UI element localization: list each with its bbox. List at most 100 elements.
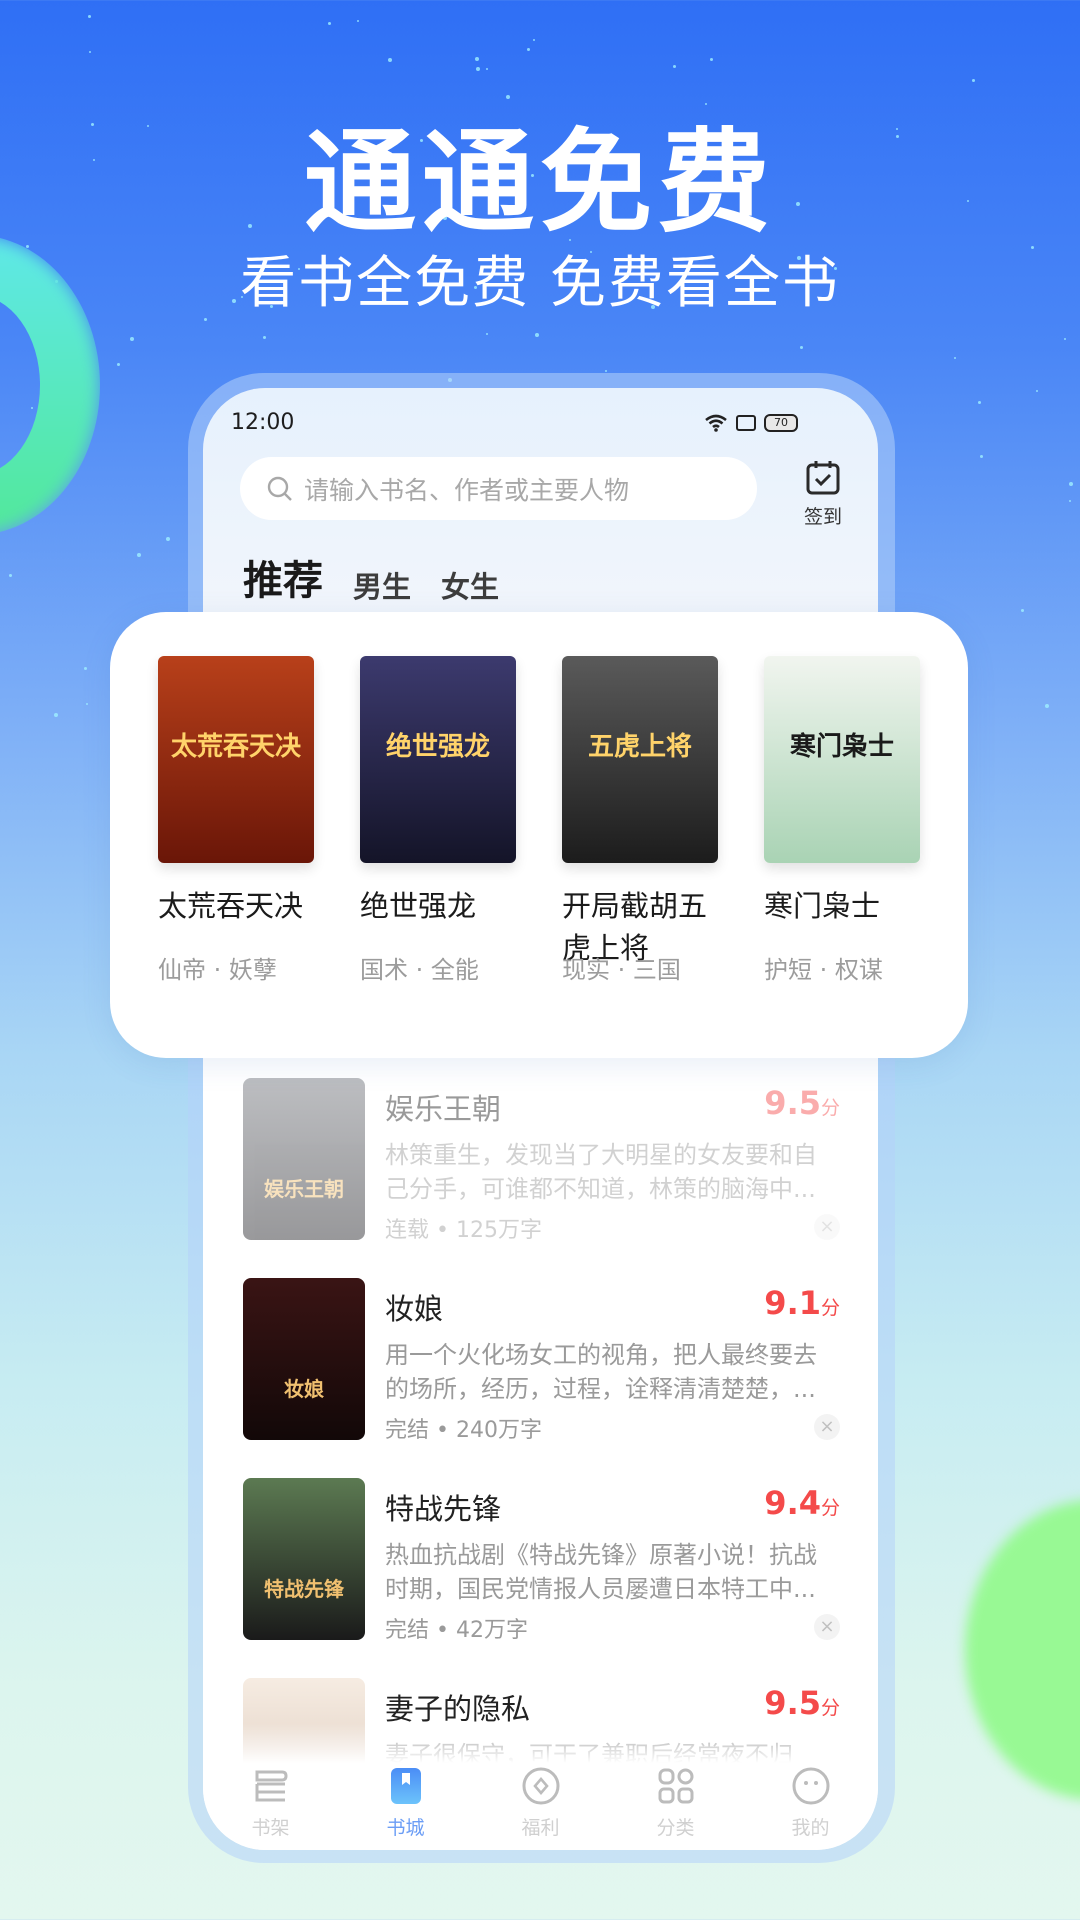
featured-book[interactable]: 五虎上将 开局截胡五虎上将: [562, 656, 718, 969]
star-dot: [263, 336, 266, 339]
star-dot: [86, 703, 88, 705]
dismiss-button[interactable]: ×: [814, 1614, 840, 1640]
book-score: 9.4分: [764, 1484, 840, 1522]
nav-category[interactable]: 分类: [608, 1763, 743, 1850]
book-title: 妻子的隐私: [385, 1692, 531, 1726]
score-unit: 分: [820, 1297, 840, 1319]
tab-male[interactable]: 男生: [353, 564, 411, 606]
promo-subheadline: 看书全免费 免费看全书: [240, 251, 840, 316]
meta-separator: •: [429, 1618, 456, 1643]
book-meta: 完结 • 42万字: [385, 1612, 528, 1644]
book-list-item[interactable]: 特战先锋 特战先锋 9.4分 热血抗战剧《特战先锋》原著小说！抗战时期，国民党情报人员…: [203, 1478, 878, 1648]
book-list-item[interactable]: 妆娘 妆娘 9.1分 用一个火化场女工的视角，把人最终要去的场所，经历，过程，诠释清清…: [203, 1278, 878, 1448]
search-placeholder: 请输入书名、作者或主要人物: [304, 475, 630, 505]
book-score: 9.5分: [764, 1084, 840, 1122]
book-cover[interactable]: 特战先锋: [243, 1478, 365, 1640]
book-status: 完结: [385, 1618, 430, 1643]
book-cover[interactable]: 绝世强龙: [360, 656, 516, 863]
book-description: 热血抗战剧《特战先锋》原著小说！抗战时期，国民党情报人员屡遭日本特工中...: [385, 1541, 817, 1603]
star-dot: [800, 346, 803, 349]
tab-recommend[interactable]: 推荐: [243, 548, 323, 620]
nav-label: 福利: [521, 1817, 560, 1839]
book-cover[interactable]: 寒门枭士: [764, 656, 920, 863]
score-value: 9.1: [764, 1284, 821, 1322]
nav-profile[interactable]: 我的: [743, 1763, 878, 1850]
book-list-item[interactable]: 娱乐王朝 娱乐王朝 9.5分 林策重生，发现当了大明星的女友要和自己分手，可谁都不知道…: [203, 1078, 878, 1248]
star-dot: [1045, 704, 1049, 708]
search-input[interactable]: 请输入书名、作者或主要人物: [240, 457, 757, 520]
nav-label: 分类: [656, 1817, 695, 1839]
list-fade: [203, 1723, 878, 1763]
star-dot: [978, 401, 981, 404]
star-dot: [475, 57, 479, 61]
book-title: 特战先锋: [385, 1492, 502, 1526]
bottom-nav: 书架 书城 福利 分类 我的: [203, 1763, 878, 1850]
coin-icon: [522, 1767, 559, 1805]
dismiss-button[interactable]: ×: [814, 1214, 840, 1240]
nav-label: 书城: [386, 1817, 425, 1839]
book-description: 用一个火化场女工的视角，把人最终要去的场所，经历，过程，诠释清清楚楚，...: [385, 1341, 817, 1403]
book-word-count: 125万字: [455, 1218, 542, 1243]
star-dot: [1064, 338, 1066, 340]
nav-label: 书架: [251, 1817, 290, 1839]
meta-separator: •: [429, 1418, 456, 1443]
book-cover[interactable]: 娱乐王朝: [243, 1078, 365, 1240]
book-word-count: 240万字: [455, 1418, 542, 1443]
star-dot: [1036, 390, 1038, 392]
featured-book[interactable]: 寒门枭士 寒门枭士: [764, 656, 920, 927]
star-dot: [88, 15, 91, 18]
star-dot: [476, 67, 480, 71]
star-dot: [1069, 482, 1073, 486]
score-value: 9.5: [764, 1684, 821, 1722]
dismiss-button[interactable]: ×: [814, 1414, 840, 1440]
star-dot: [1069, 500, 1071, 502]
star-dot: [533, 39, 535, 41]
cover-title-art: 太荒吞天决: [170, 732, 301, 762]
star-dot: [137, 553, 141, 557]
cover-title-art: 娱乐王朝: [264, 1177, 344, 1201]
calendar-check-icon: [806, 461, 840, 495]
score-unit: 分: [820, 1497, 840, 1519]
book-cover[interactable]: 妆娘: [243, 1278, 365, 1440]
featured-book[interactable]: 绝世强龙 绝世强龙: [360, 656, 516, 927]
nav-bookshelf[interactable]: 书架: [203, 1763, 338, 1850]
book-meta: 连载 • 125万字: [385, 1212, 542, 1244]
star-dot: [166, 537, 170, 541]
featured-book-title: 绝世强龙: [360, 889, 477, 923]
star-dot: [1021, 609, 1024, 612]
score-value: 9.4: [764, 1484, 821, 1522]
tab-female[interactable]: 女生: [441, 564, 499, 606]
sim-icon: [736, 415, 756, 431]
star-dot: [117, 363, 120, 366]
star-dot: [710, 58, 713, 61]
status-time: 12:00: [231, 410, 295, 435]
battery-icon: 70: [764, 414, 798, 432]
featured-book[interactable]: 太荒吞天决 太荒吞天决: [158, 656, 314, 927]
cover-title-art: 特战先锋: [264, 1577, 344, 1601]
phone-screen: 12:00 70 请输入书名、作者或主要人物 签到 推荐 男生 女生 娱乐王朝娱…: [203, 388, 878, 1850]
star-dot: [673, 65, 676, 68]
book-status: 连载: [385, 1218, 430, 1243]
checkin-label: 签到: [803, 506, 842, 528]
profile-face-icon: [792, 1767, 829, 1805]
checkin-button[interactable]: 签到: [798, 458, 848, 529]
star-dot: [954, 357, 956, 359]
star-dot: [972, 79, 975, 82]
promo-headline: 通通免费: [304, 118, 776, 248]
cover-title-art: 五虎上将: [587, 732, 692, 762]
bookshelf-icon: [255, 1770, 288, 1802]
star-dot: [486, 333, 488, 335]
book-cover[interactable]: 太荒吞天决: [158, 656, 314, 863]
star-dot: [980, 455, 983, 458]
score-unit: 分: [820, 1697, 840, 1719]
nav-bookstore[interactable]: 书城: [338, 1763, 473, 1850]
nav-label: 我的: [791, 1817, 830, 1839]
star-dot: [89, 51, 91, 53]
book-cover[interactable]: 五虎上将: [562, 656, 718, 863]
featured-book-tags: 现实 · 三国: [562, 956, 681, 984]
star-dot: [84, 667, 87, 670]
star-dot: [486, 68, 488, 70]
nav-welfare[interactable]: 福利: [473, 1763, 608, 1850]
book-word-count: 42万字: [455, 1618, 528, 1643]
search-icon: [267, 476, 292, 501]
